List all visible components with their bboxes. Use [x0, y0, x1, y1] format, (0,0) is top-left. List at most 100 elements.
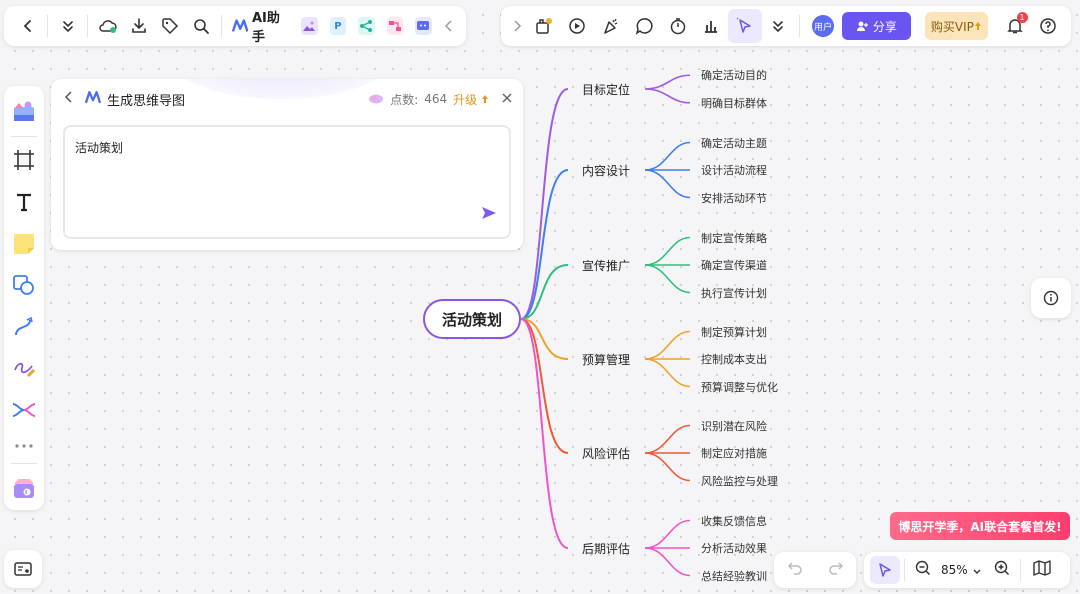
ai-prompt-text: 活动策划: [75, 141, 124, 155]
mindmap-branch-node[interactable]: 内容设计: [582, 162, 630, 179]
panel-back-icon[interactable]: [63, 90, 75, 108]
undo-redo-bar: [774, 552, 856, 588]
user-avatar[interactable]: 用户: [812, 15, 834, 37]
mindmap-leaf-node[interactable]: 总结经验教训: [701, 568, 767, 584]
connector-tool-icon[interactable]: [7, 307, 41, 347]
mindmap-leaf-node[interactable]: 确定活动主题: [701, 135, 767, 151]
notification-bell-icon[interactable]: 1: [998, 9, 1032, 43]
mindmap-root-node[interactable]: 活动策划: [423, 299, 521, 339]
celebrate-icon[interactable]: [594, 9, 628, 43]
mindmap-leaf-node[interactable]: 控制成本支出: [701, 351, 767, 367]
ai-assistant-button[interactable]: AI助手: [226, 9, 296, 45]
mindmap-leaf-node[interactable]: 预算调整与优化: [701, 379, 778, 395]
arrow-up-icon: [974, 22, 981, 30]
mindmap-leaf-node[interactable]: 分析活动效果: [701, 540, 767, 556]
ai-prompt-input[interactable]: 活动策划: [63, 125, 511, 239]
mindmap-leaf-node[interactable]: 制定宣传策略: [701, 230, 767, 246]
follow-pointer-icon[interactable]: [728, 9, 762, 43]
map-view-icon[interactable]: [1032, 560, 1051, 580]
expand-toolbar-icon[interactable]: [507, 9, 527, 43]
toolbar-divider: [904, 559, 905, 581]
search-icon[interactable]: [186, 9, 217, 43]
leaf-connector: [644, 169, 691, 199]
leaf-connector: [644, 264, 691, 294]
leaf-connector: [644, 358, 691, 388]
back-icon[interactable]: [12, 9, 43, 43]
zoom-out-icon[interactable]: [915, 560, 931, 580]
zoom-level[interactable]: 85%: [941, 563, 968, 577]
leaf-connector: [644, 452, 691, 482]
points-gem-icon: [369, 94, 384, 104]
mindmap-leaf-node[interactable]: 明确目标群体: [701, 95, 767, 111]
mindmap-leaf-node[interactable]: 设计活动流程: [701, 162, 767, 178]
material-library-icon[interactable]: [7, 92, 41, 132]
ai-ppt-icon[interactable]: P: [329, 17, 347, 35]
frame-tool-icon[interactable]: [7, 141, 41, 181]
undo-icon[interactable]: [787, 560, 803, 580]
help-icon[interactable]: [1032, 9, 1066, 43]
pen-tool-icon[interactable]: [7, 349, 41, 389]
leaf-connector: [644, 141, 691, 171]
mindmap-leaf-node[interactable]: 执行宣传计划: [701, 285, 767, 301]
template-icon[interactable]: [527, 9, 561, 43]
ai-image-icon[interactable]: [301, 17, 318, 35]
present-play-icon[interactable]: [560, 9, 594, 43]
zoom-dropdown-icon[interactable]: [972, 561, 982, 580]
mindmap-branch-node[interactable]: 后期评估: [582, 540, 630, 557]
apps-box-icon[interactable]: [7, 468, 41, 508]
share-button[interactable]: 分享: [841, 12, 911, 40]
minimap-toggle-icon[interactable]: [4, 550, 42, 588]
points-value: 464: [424, 92, 448, 106]
leaf-connector: [644, 547, 691, 577]
toolbar-divider: [47, 15, 49, 37]
cloud-saved-icon[interactable]: [92, 9, 123, 43]
ai-assistant-label: AI助手: [252, 11, 280, 45]
tag-icon[interactable]: [154, 9, 185, 43]
mindmap-leaf-node[interactable]: 确定活动目的: [701, 67, 767, 83]
shape-tool-icon[interactable]: [7, 265, 41, 305]
branch-connector: [520, 318, 569, 549]
mindmap-tool-icon[interactable]: [7, 390, 41, 430]
mindmap-leaf-node[interactable]: 风险监控与处理: [701, 473, 778, 489]
ai-flowchart-icon[interactable]: [386, 17, 404, 35]
download-icon[interactable]: [123, 9, 154, 43]
close-icon[interactable]: [501, 92, 513, 107]
collapse-toolbar-icon[interactable]: [440, 9, 458, 43]
more-chevron-icon[interactable]: [762, 9, 796, 43]
mindmap-leaf-node[interactable]: 安排活动环节: [701, 190, 767, 206]
more-tools-icon[interactable]: [7, 432, 41, 460]
mindmap-branch-node[interactable]: 风险评估: [582, 445, 630, 462]
upgrade-link[interactable]: 升级: [453, 91, 489, 108]
ai-chat-icon[interactable]: [415, 17, 432, 35]
ai-mindmap-panel: 生成思维导图 点数: 464 升级 活动策划: [51, 79, 523, 250]
mindmap-leaf-node[interactable]: 识别潜在风险: [701, 418, 767, 434]
promo-banner[interactable]: 博思开学季，AI联合套餐首发!: [890, 512, 1070, 540]
timer-icon[interactable]: [661, 9, 695, 43]
mindmap-leaf-node[interactable]: 制定应对措施: [701, 445, 767, 461]
notification-badge: 1: [1016, 12, 1028, 23]
vip-label: 购买VIP: [930, 19, 974, 34]
points-label: 点数:: [390, 92, 419, 107]
text-tool-icon[interactable]: [7, 182, 41, 222]
branch-connector: [520, 318, 569, 454]
vote-icon[interactable]: [694, 9, 728, 43]
send-icon[interactable]: [481, 205, 497, 225]
ai-mindmap-icon[interactable]: [358, 17, 375, 35]
mindmap-branch-node[interactable]: 预算管理: [582, 351, 630, 368]
mindmap-leaf-node[interactable]: 确定宣传渠道: [701, 257, 767, 273]
add-user-icon: [856, 21, 868, 31]
sticky-note-icon[interactable]: [7, 224, 41, 264]
leaf-connector: [644, 74, 691, 90]
mindmap-branch-node[interactable]: 目标定位: [582, 81, 630, 98]
buy-vip-button[interactable]: 购买VIP: [924, 12, 988, 40]
comment-icon[interactable]: [627, 9, 661, 43]
mindmap-leaf-node[interactable]: 制定预算计划: [701, 324, 767, 340]
toolbar-divider: [87, 15, 89, 37]
redo-icon[interactable]: [828, 560, 844, 580]
mindmap-leaf-node[interactable]: 收集反馈信息: [701, 513, 767, 529]
select-pointer-icon[interactable]: [870, 556, 900, 584]
info-icon[interactable]: [1031, 278, 1071, 318]
collapse-icon[interactable]: [52, 9, 83, 43]
mindmap-branch-node[interactable]: 宣传推广: [582, 257, 630, 274]
zoom-in-icon[interactable]: [994, 560, 1010, 580]
